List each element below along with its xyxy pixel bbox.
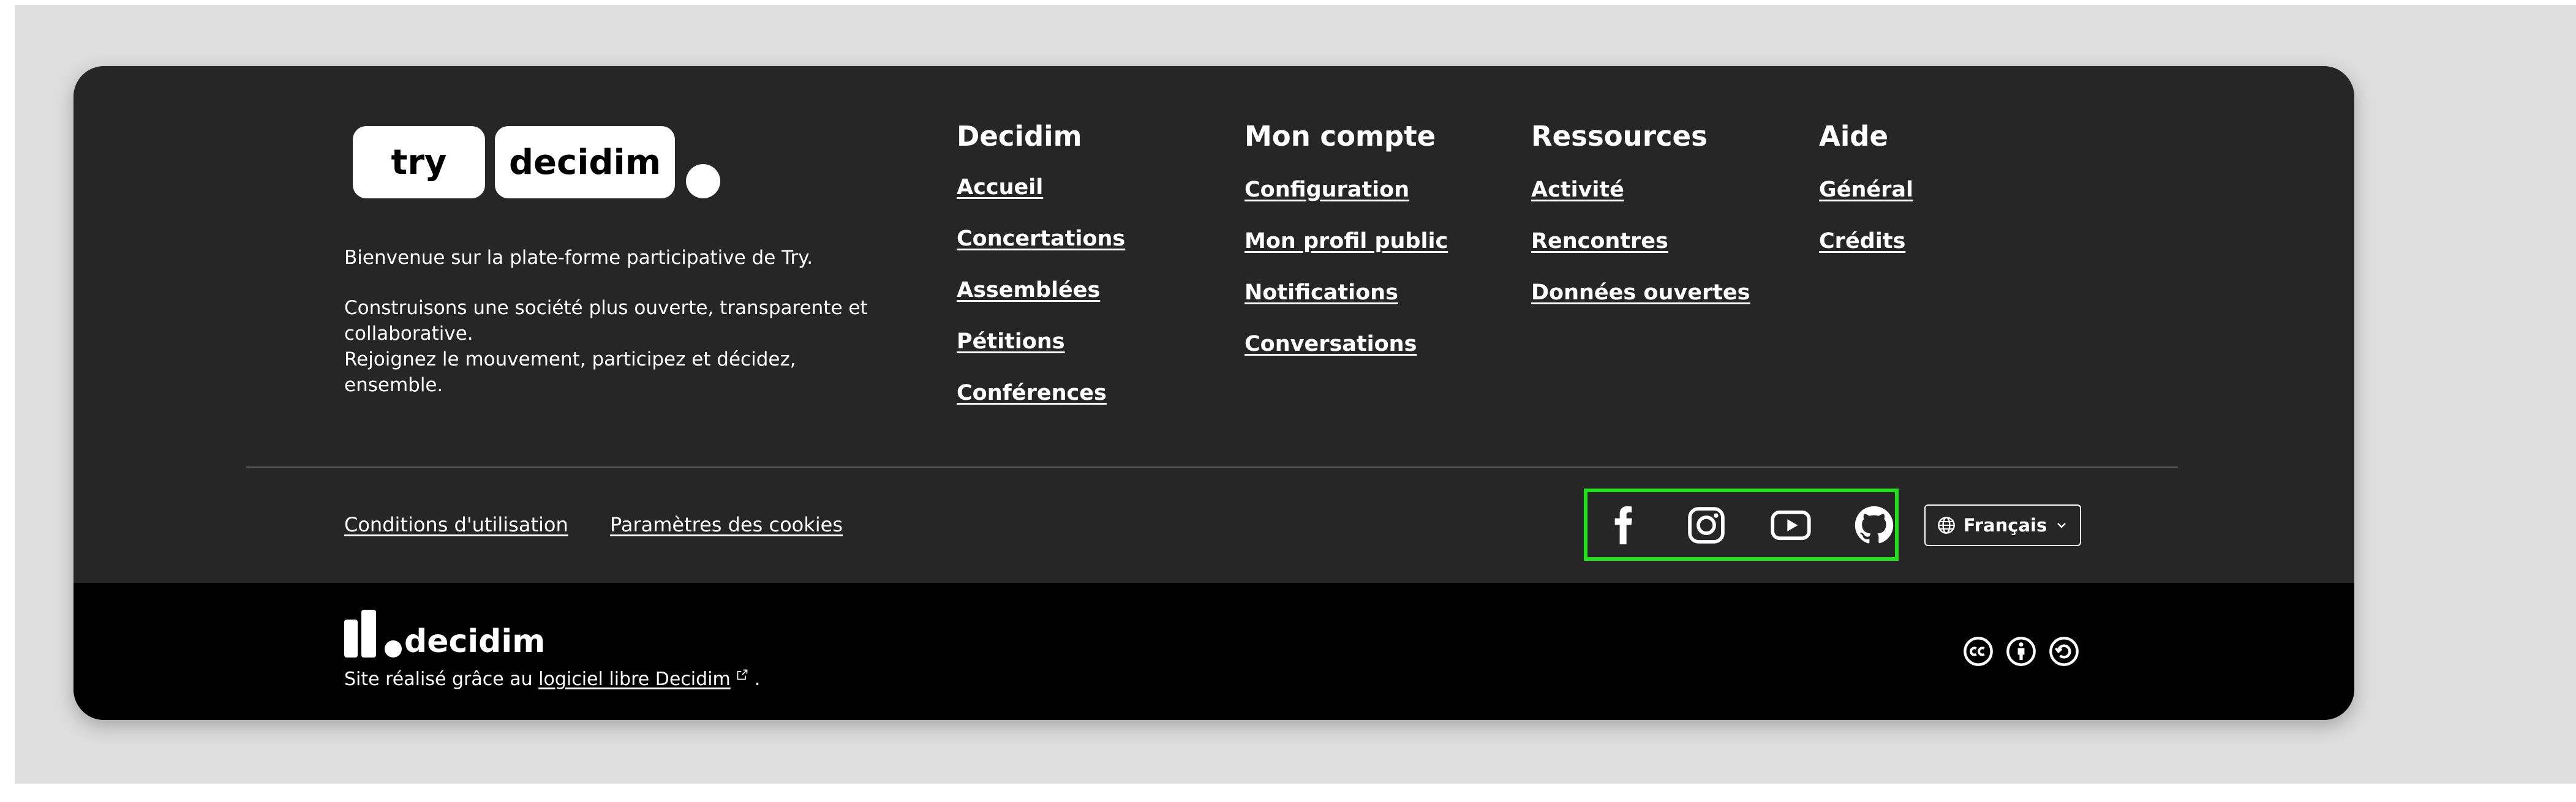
footer-divider bbox=[246, 467, 2178, 468]
footer-link-assemblees[interactable]: Assemblées bbox=[957, 278, 1100, 302]
made-with-prefix: Site réalisé grâce au bbox=[344, 669, 533, 690]
attribution-icon[interactable] bbox=[2005, 635, 2037, 667]
facebook-icon[interactable] bbox=[1602, 504, 1644, 546]
footer-link-conferences[interactable]: Conférences bbox=[957, 381, 1107, 405]
footer-column-title-aide: Aide bbox=[1819, 120, 1888, 152]
language-label: Français bbox=[1963, 515, 2047, 536]
footer-link-configuration[interactable]: Configuration bbox=[1245, 178, 1409, 202]
terms-of-use-link[interactable]: Conditions d'utilisation bbox=[344, 513, 568, 536]
footer-main: try decidim Bienvenue sur la plate-forme… bbox=[73, 66, 2354, 583]
footer-description-mission: Construisons une société plus ouverte, t… bbox=[344, 297, 868, 345]
footer-link-concertations[interactable]: Concertations bbox=[957, 227, 1125, 251]
cookie-settings-link[interactable]: Paramètres des cookies bbox=[610, 513, 843, 536]
language-selector[interactable]: Français bbox=[1924, 504, 2081, 546]
github-icon[interactable] bbox=[1853, 504, 1895, 546]
globe-icon bbox=[1937, 515, 1956, 535]
footer-link-rencontres[interactable]: Rencontres bbox=[1531, 229, 1668, 253]
creative-commons-icon[interactable] bbox=[1962, 635, 1994, 667]
instagram-icon[interactable] bbox=[1685, 504, 1727, 546]
footer-link-accueil[interactable]: Accueil bbox=[957, 175, 1043, 200]
footer-column-title-decidim: Decidim bbox=[957, 120, 1082, 152]
decidim-brand-text[interactable]: decidim bbox=[404, 623, 545, 660]
footer-column-title-mon-compte: Mon compte bbox=[1245, 120, 1436, 152]
logo-decidim[interactable]: decidim bbox=[495, 126, 675, 198]
footer-link-donnees-ouvertes[interactable]: Données ouvertes bbox=[1531, 280, 1750, 305]
footer-link-general[interactable]: Général bbox=[1819, 178, 1913, 202]
external-link-icon bbox=[736, 669, 755, 690]
youtube-icon[interactable] bbox=[1770, 504, 1812, 546]
logo-dot bbox=[686, 164, 720, 198]
footer-description-call: Rejoignez le mouvement, participez et dé… bbox=[344, 348, 796, 396]
made-with-suffix: . bbox=[754, 669, 761, 690]
footer-link-notifications[interactable]: Notifications bbox=[1245, 280, 1398, 305]
decidim-logo-icon[interactable] bbox=[344, 610, 405, 659]
footer-description-welcome: Bienvenue sur la plate-forme participati… bbox=[344, 247, 813, 269]
footer-link-petitions[interactable]: Pétitions bbox=[957, 329, 1065, 354]
share-alike-icon[interactable] bbox=[2048, 635, 2080, 667]
footer-link-activite[interactable]: Activité bbox=[1531, 178, 1624, 202]
made-with-decidim: Site réalisé grâce au logiciel libre Dec… bbox=[344, 669, 760, 690]
chevron-down-icon bbox=[2054, 518, 2069, 533]
decidim-software-link[interactable]: logiciel libre Decidim bbox=[538, 669, 731, 690]
footer-link-mon-profil-public[interactable]: Mon profil public bbox=[1245, 229, 1448, 253]
footer-link-conversations[interactable]: Conversations bbox=[1245, 332, 1417, 356]
footer-column-title-ressources: Ressources bbox=[1531, 120, 1708, 152]
logo-try[interactable]: try bbox=[353, 126, 485, 198]
footer-link-credits[interactable]: Crédits bbox=[1819, 229, 1905, 253]
site-footer: try decidim Bienvenue sur la plate-forme… bbox=[73, 66, 2354, 720]
